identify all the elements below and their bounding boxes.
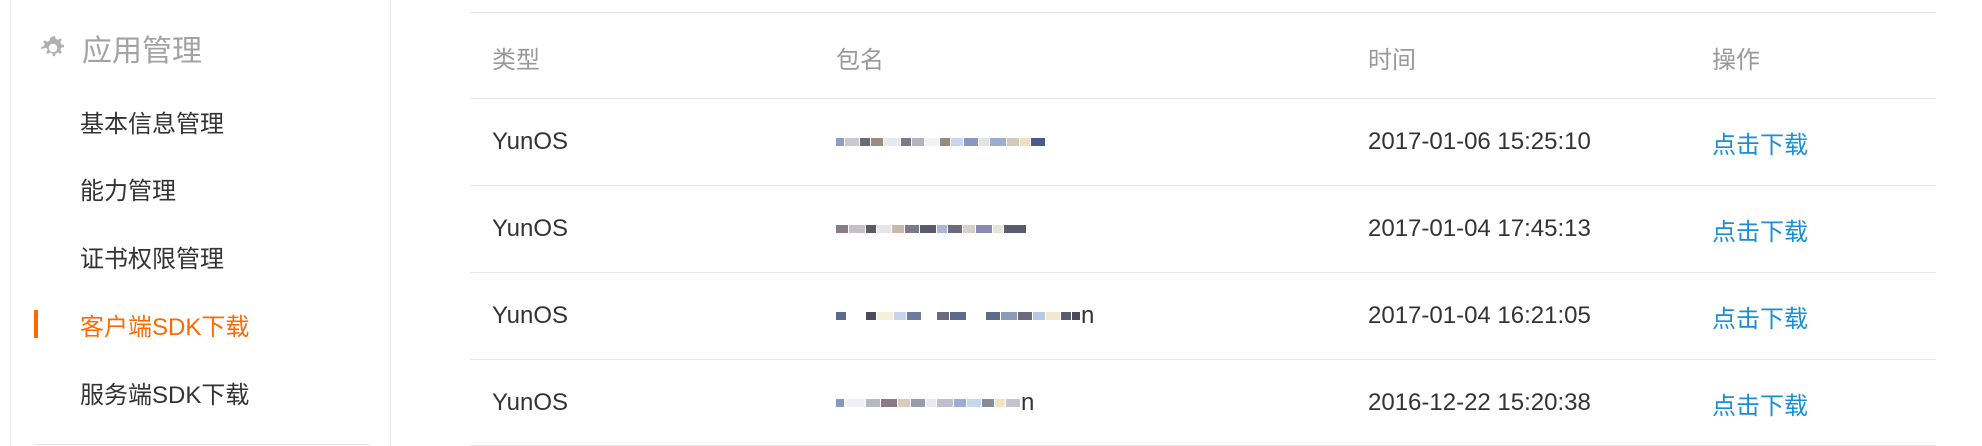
sidebar-item-label: 基本信息管理: [80, 110, 224, 138]
download-link[interactable]: 点击下载: [1712, 212, 1808, 247]
sidebar-right-border: [390, 0, 391, 446]
table-cell-action: 点击下载: [1712, 273, 1932, 359]
column-header-action: 操作: [1712, 46, 1760, 74]
redacted-package-name: [836, 219, 1027, 239]
column-header-type: 类型: [492, 46, 540, 74]
sidebar-item-label: 服务端SDK下载: [80, 381, 250, 409]
package-suffix: n: [1081, 302, 1095, 329]
table-top-divider: [470, 12, 1936, 13]
sidebar-left-border: [10, 0, 11, 446]
table-cell-package: [836, 99, 1316, 185]
redacted-package-name: [836, 132, 1046, 152]
table-cell-type: YunOS: [492, 215, 569, 242]
section-title-label: 应用管理: [82, 35, 202, 68]
sidebar-divider: [34, 444, 370, 445]
sidebar-item-basic-info[interactable]: 基本信息管理: [34, 97, 364, 145]
download-link[interactable]: 点击下载: [1712, 125, 1808, 160]
table-cell-action: 点击下载: [1712, 360, 1932, 446]
active-indicator: [34, 310, 38, 338]
column-header-package: 包名: [836, 46, 884, 74]
table-cell-package: n: [836, 273, 1316, 359]
sidebar-item-label: 客户端SDK下载: [80, 313, 250, 341]
table-cell-time: 2016-12-22 15:20:38: [1368, 389, 1591, 416]
column-header-time: 时间: [1368, 46, 1416, 74]
table-cell-time: 2017-01-06 15:25:10: [1368, 128, 1591, 155]
sidebar: 应用管理 基本信息管理 能力管理 证书权限管理 客户端SDK下载 服务端SDK下…: [0, 0, 390, 446]
download-link[interactable]: 点击下载: [1712, 299, 1808, 334]
sidebar-item-label: 能力管理: [80, 177, 176, 205]
table-cell-action: 点击下载: [1712, 99, 1932, 185]
table-cell-time: 2017-01-04 17:45:13: [1368, 215, 1591, 242]
table-cell-type: YunOS: [492, 128, 569, 155]
sidebar-item-client-sdk[interactable]: 客户端SDK下载: [34, 300, 364, 348]
sidebar-item-label: 证书权限管理: [80, 245, 224, 273]
sidebar-item-capability[interactable]: 能力管理: [34, 164, 364, 212]
table-cell-package: [836, 186, 1316, 272]
table-cell-time: 2017-01-04 16:21:05: [1368, 302, 1591, 329]
download-link[interactable]: 点击下载: [1712, 386, 1808, 421]
table-cell-action: 点击下载: [1712, 186, 1932, 272]
sdk-download-table: 类型 包名 时间 操作 YunOS 2017-01-06 15:25:10 点击…: [470, 0, 1936, 446]
table-cell-type: YunOS: [492, 302, 569, 329]
section-title: 应用管理: [38, 28, 202, 68]
package-suffix: n: [1021, 389, 1035, 416]
table-cell-package: n: [836, 360, 1316, 446]
gear-icon: [41, 36, 64, 57]
sidebar-item-certificate[interactable]: 证书权限管理: [34, 232, 364, 280]
sidebar-item-server-sdk[interactable]: 服务端SDK下载: [34, 368, 364, 416]
table-cell-type: YunOS: [492, 389, 569, 416]
redacted-package-name: [836, 306, 1081, 326]
redacted-package-name: [836, 393, 1021, 413]
